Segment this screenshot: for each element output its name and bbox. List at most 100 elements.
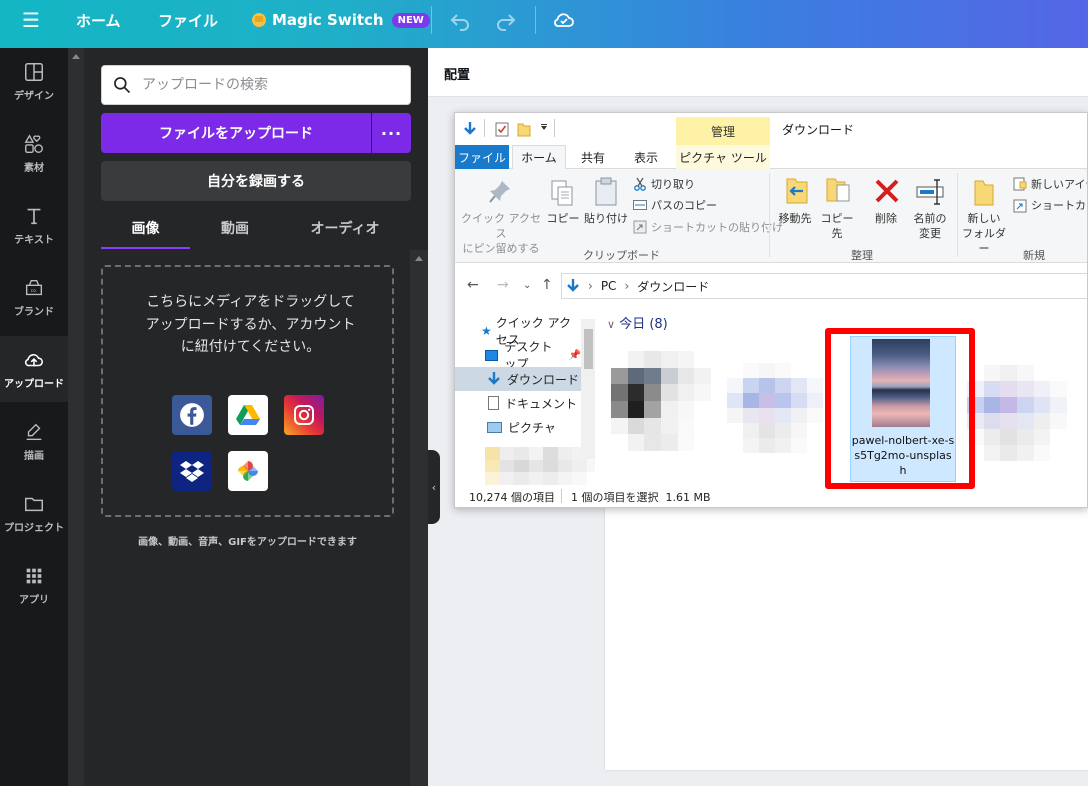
search-input[interactable] [142, 77, 382, 93]
pin-quick-access-button[interactable]: クイック アクセス にピン留めする [457, 211, 545, 256]
highlight-box [825, 328, 975, 489]
status-divider [561, 489, 562, 503]
layout-icon [25, 62, 43, 81]
paste-shortcut-button[interactable]: ショートカットの貼り付け [651, 220, 783, 235]
nav-item-pictures[interactable]: ピクチャ [455, 415, 581, 439]
rename-button[interactable]: 名前の 変更 [907, 211, 953, 241]
rail-item-draw[interactable]: 描画 [0, 408, 68, 474]
menu-icon[interactable]: ☰ [22, 0, 40, 40]
shortcut-button[interactable]: ショートカット [1031, 198, 1087, 213]
rail-item-design[interactable]: デザイン [0, 48, 68, 114]
rail-item-text[interactable]: テキスト [0, 192, 68, 258]
rename-icon[interactable] [915, 177, 945, 205]
breadcrumb-pc[interactable]: PC [601, 279, 617, 293]
design-page[interactable] [605, 500, 1088, 770]
rail-item-elements[interactable]: 素材 [0, 120, 68, 186]
magic-switch-button[interactable]: Magic Switch NEW [252, 0, 430, 40]
up-arrow-icon[interactable]: ↑ [541, 277, 553, 293]
more-options-button[interactable]: ··· [372, 113, 411, 153]
copy-to-button[interactable]: コピー先 [817, 211, 857, 241]
drop-zone[interactable]: こちらにメディアをドラッグしてアップロードするか、アカウントに紐付けてください。 [101, 265, 394, 517]
drop-zone-text: こちらにメディアをドラッグしてアップロードするか、アカウントに紐付けてください。 [145, 294, 356, 355]
text-icon [27, 208, 41, 224]
chevron-down-icon[interactable] [539, 123, 549, 133]
delete-icon[interactable] [873, 177, 901, 205]
upload-files-button[interactable]: ファイルをアップロード [101, 113, 371, 153]
tab-file[interactable]: ファイル [455, 145, 509, 169]
google-photos-icon[interactable] [228, 451, 268, 491]
rail-item-uploads[interactable]: アップロード [0, 336, 68, 402]
pin-icon[interactable] [488, 179, 512, 205]
nav-item-downloads[interactable]: ダウンロード [455, 367, 581, 391]
scroll-up-arrow-icon[interactable] [415, 256, 423, 261]
shapes-icon [24, 133, 43, 153]
new-folder-icon[interactable] [971, 177, 995, 207]
new-folder-button[interactable]: 新しい フォルダー [961, 211, 1007, 256]
tab-images[interactable]: 画像 [101, 208, 190, 249]
panel-scrollbar[interactable] [68, 48, 84, 786]
nav-item-desktop[interactable]: デスクトップ 📌 [455, 340, 581, 371]
toolbar-divider [535, 6, 536, 34]
tab-videos[interactable]: 動画 [190, 208, 280, 248]
paste-button[interactable]: 貼り付け [583, 211, 629, 226]
copy-path-button[interactable]: パスのコピー [651, 198, 717, 213]
copy-button[interactable]: コピー [546, 211, 580, 226]
facebook-icon[interactable] [172, 395, 212, 435]
blurred-file-thumbnail[interactable] [967, 365, 1067, 461]
new-group-label: 新規 [1023, 249, 1045, 262]
search-box[interactable] [101, 65, 411, 105]
copy-to-icon[interactable] [825, 175, 853, 207]
forward-arrow-icon[interactable]: → [497, 277, 509, 293]
cloud-saved-icon[interactable] [552, 8, 576, 32]
tab-view[interactable]: 表示 [621, 145, 671, 169]
rail-label: テキスト [14, 234, 54, 246]
record-yourself-button[interactable]: 自分を録画する [101, 161, 411, 201]
paste-icon[interactable] [594, 177, 618, 207]
panel-scrollbar-right[interactable] [410, 250, 428, 786]
new-folder-icon[interactable] [517, 121, 531, 137]
rail-item-brand[interactable]: co. ブランド [0, 264, 68, 330]
manage-tab[interactable]: 管理 [676, 117, 770, 145]
rail-item-apps[interactable]: アプリ [0, 552, 68, 618]
nav-label: ダウンロード [507, 372, 580, 387]
breadcrumb-downloads[interactable]: ダウンロード [637, 278, 709, 295]
recent-chevron-icon[interactable]: ⌄ [523, 280, 531, 291]
svg-text:co.: co. [31, 289, 38, 294]
home-menu[interactable]: ホーム [76, 0, 121, 40]
new-item-icon [1013, 177, 1027, 191]
nav-item-documents[interactable]: ドキュメント [455, 391, 581, 415]
collapse-panel-handle[interactable]: ‹ [428, 450, 440, 524]
move-to-button[interactable]: 移動先 [775, 211, 815, 226]
tab-picture-tools[interactable]: ピクチャ ツール [676, 145, 770, 169]
nav-scrollbar-thumb[interactable] [584, 329, 593, 369]
tab-audio[interactable]: オーディオ [291, 208, 399, 248]
address-bar[interactable]: › PC › ダウンロード [561, 273, 1087, 299]
copy-icon[interactable] [550, 179, 574, 207]
properties-icon[interactable] [495, 121, 509, 137]
blurred-file-thumbnail[interactable] [727, 363, 823, 453]
google-drive-icon[interactable] [228, 395, 268, 435]
file-menu[interactable]: ファイル [158, 0, 218, 40]
dropbox-icon[interactable] [172, 451, 212, 491]
pin-icon: 📌 [568, 349, 581, 361]
undo-icon[interactable] [448, 8, 472, 32]
top-bar: ☰ ホーム ファイル Magic Switch NEW [0, 0, 1088, 48]
scroll-up-arrow-icon[interactable] [72, 54, 80, 59]
tab-share[interactable]: 共有 [568, 145, 618, 169]
group-header-today[interactable]: ∨ 今日 (8) [607, 313, 668, 332]
delete-button[interactable]: 削除 [871, 211, 901, 226]
rail-item-projects[interactable]: プロジェクト [0, 480, 68, 546]
back-arrow-icon[interactable]: ← [467, 277, 479, 293]
redo-icon[interactable] [494, 8, 518, 32]
move-to-icon[interactable] [783, 175, 811, 207]
position-button[interactable]: 配置 [444, 64, 470, 83]
rail-label: アプリ [19, 594, 49, 606]
blurred-file-thumbnail[interactable] [611, 351, 711, 451]
navigation-pane: ★ クイック アクセス デスクトップ 📌 ダウンロード ドキュメント ピクチャ [455, 309, 601, 485]
titlebar-divider [484, 119, 485, 137]
shortcut-icon [1013, 199, 1027, 213]
cut-button[interactable]: 切り取り [651, 177, 695, 192]
instagram-icon[interactable] [284, 395, 324, 435]
new-item-button[interactable]: 新しいアイテ [1031, 177, 1087, 192]
tab-home[interactable]: ホーム [512, 145, 566, 170]
